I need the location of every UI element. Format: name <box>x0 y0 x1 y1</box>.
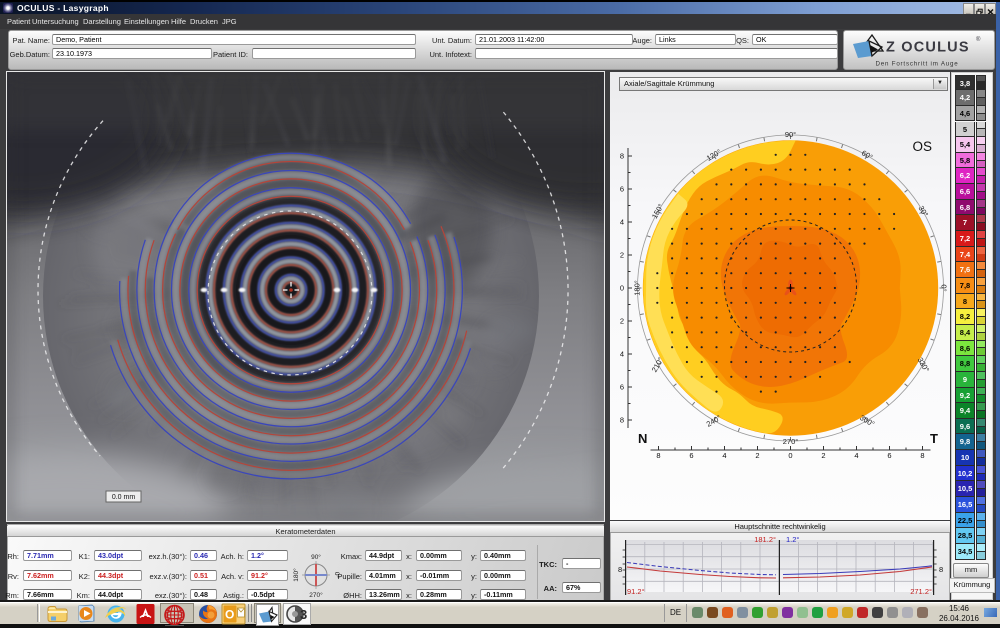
svg-text:8: 8 <box>920 451 924 460</box>
svg-text:0°: 0° <box>333 572 341 579</box>
svg-text:®: ® <box>976 36 981 43</box>
svg-text:8: 8 <box>618 565 622 574</box>
svg-text:4: 4 <box>620 350 624 359</box>
svg-text:2: 2 <box>821 451 825 460</box>
svg-text:0°: 0° <box>940 284 949 291</box>
svg-text:8: 8 <box>620 416 624 425</box>
svg-text:Den Fortschritt im Auge: Den Fortschritt im Auge <box>875 61 958 68</box>
svg-text:6: 6 <box>620 185 624 194</box>
svg-text:91.2°: 91.2° <box>627 587 645 596</box>
svg-text:4: 4 <box>722 451 726 460</box>
svg-text:8: 8 <box>656 451 660 460</box>
svg-text:300°: 300° <box>858 413 876 429</box>
svg-text:330°: 330° <box>916 356 932 374</box>
svg-text:270°: 270° <box>309 591 323 599</box>
svg-text:0.0 mm: 0.0 mm <box>112 494 136 501</box>
svg-text:Z OCULUS: Z OCULUS <box>886 40 970 56</box>
svg-text:OS: OS <box>912 139 932 154</box>
svg-text:90°: 90° <box>311 553 321 561</box>
svg-text:180°: 180° <box>633 280 642 296</box>
svg-text:6: 6 <box>887 451 891 460</box>
svg-text:N: N <box>638 431 647 446</box>
svg-text:90°: 90° <box>785 130 796 139</box>
svg-text:O: O <box>225 608 234 622</box>
svg-text:271.2°: 271.2° <box>910 587 932 596</box>
svg-text:6: 6 <box>689 451 693 460</box>
svg-text:181.2°: 181.2° <box>754 535 776 544</box>
svg-text:2: 2 <box>620 317 624 326</box>
svg-text:3: 3 <box>300 607 307 622</box>
svg-text:270°: 270° <box>783 437 799 446</box>
svg-text:6: 6 <box>620 383 624 392</box>
svg-text:2: 2 <box>620 251 624 260</box>
svg-text:180°: 180° <box>292 568 300 582</box>
svg-text:4: 4 <box>854 451 858 460</box>
svg-text:T: T <box>930 431 938 446</box>
svg-text:0: 0 <box>620 284 624 293</box>
svg-text:8: 8 <box>620 152 624 161</box>
svg-text:4: 4 <box>620 218 624 227</box>
svg-text:1.2°: 1.2° <box>786 535 799 544</box>
svg-text:0: 0 <box>788 451 792 460</box>
svg-text:2: 2 <box>755 451 759 460</box>
svg-text:8: 8 <box>939 565 943 574</box>
